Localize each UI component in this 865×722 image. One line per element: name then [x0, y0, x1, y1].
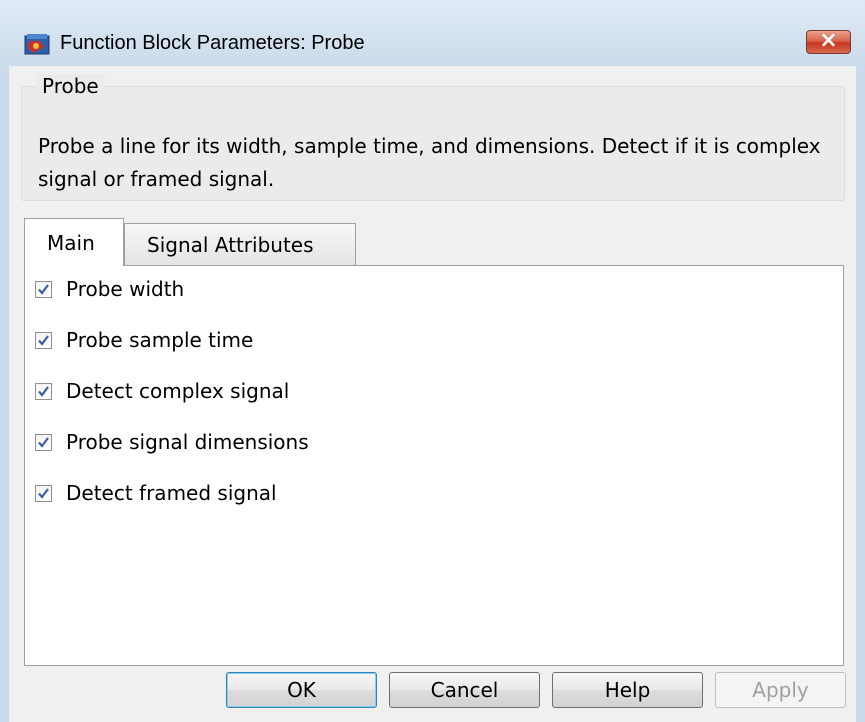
- detect-complex-signal-label: Detect complex signal: [66, 379, 290, 403]
- probe-sample-time-label: Probe sample time: [66, 328, 254, 352]
- checkmark-icon: [38, 437, 49, 448]
- probe-width-label: Probe width: [66, 277, 185, 301]
- probe-signal-dimensions-checkbox[interactable]: [35, 434, 52, 451]
- detect-framed-signal-checkbox[interactable]: [35, 485, 52, 502]
- close-button[interactable]: ×: [806, 28, 851, 54]
- checkmark-icon: [38, 386, 49, 397]
- tab-signal-attributes[interactable]: Signal Attributes: [124, 223, 356, 266]
- tab-panel-main: Probe width Probe sample time Detect com…: [24, 265, 844, 666]
- apply-button[interactable]: Apply: [715, 672, 846, 708]
- tab-main-label: Main: [47, 231, 95, 255]
- dialog-window: Function Block Parameters: Probe × Probe…: [0, 0, 865, 722]
- ok-button[interactable]: OK: [226, 672, 377, 708]
- probe-sample-time-checkbox[interactable]: [35, 332, 52, 349]
- close-icon: ×: [819, 28, 838, 53]
- tab-signal-attributes-label: Signal Attributes: [147, 233, 314, 257]
- window-title: Function Block Parameters: Probe: [60, 32, 365, 54]
- checkmark-icon: [38, 488, 49, 499]
- tab-main[interactable]: Main: [24, 218, 124, 266]
- detect-framed-signal-label: Detect framed signal: [66, 481, 277, 505]
- checkmark-icon: [38, 284, 49, 295]
- help-button[interactable]: Help: [552, 672, 703, 708]
- checkmark-icon: [38, 335, 49, 346]
- title-bar[interactable]: Function Block Parameters: Probe ×: [0, 0, 865, 74]
- group-title: Probe: [36, 74, 105, 98]
- dialog-client-area: Probe Probe a line for its width, sample…: [9, 66, 856, 722]
- detect-complex-signal-checkbox[interactable]: [35, 383, 52, 400]
- cancel-button[interactable]: Cancel: [389, 672, 540, 708]
- simulink-block-icon: [24, 33, 50, 55]
- block-description: Probe a line for its width, sample time,…: [38, 134, 821, 191]
- probe-width-checkbox[interactable]: [35, 281, 52, 298]
- probe-signal-dimensions-label: Probe signal dimensions: [66, 430, 309, 454]
